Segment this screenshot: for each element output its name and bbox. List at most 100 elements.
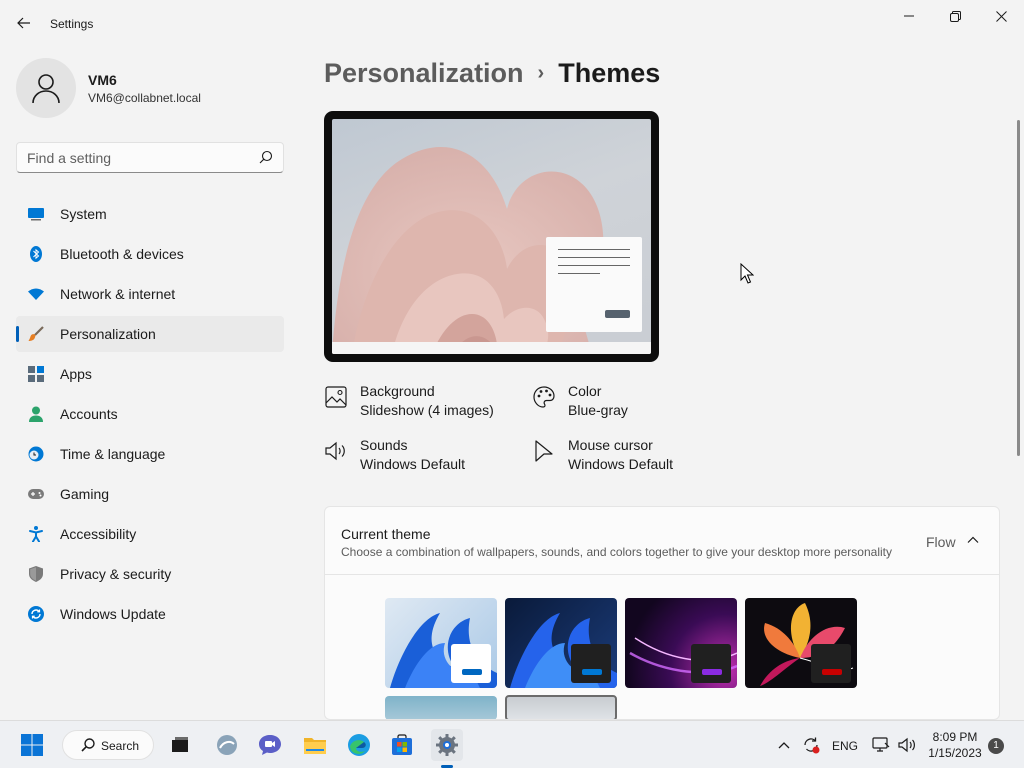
breadcrumb-parent[interactable]: Personalization [324,58,524,88]
start-button[interactable] [16,729,48,761]
sidebar-item-time-language[interactable]: Time & language [16,436,284,472]
sidebar-item-accounts[interactable]: Accounts [16,396,284,432]
avatar[interactable] [16,58,76,118]
background-label: Background [360,383,435,399]
sidebar-item-apps[interactable]: Apps [16,356,284,392]
current-theme-header[interactable]: Current theme Choose a combination of wa… [325,507,999,575]
sidebar-item-label: Accessibility [60,526,137,542]
edge-button[interactable] [343,729,375,761]
sidebar-item-label: Time & language [60,446,166,462]
user-email: VM6@collabnet.local [88,91,201,105]
show-hidden-icons-button[interactable] [770,729,798,761]
sidebar-item-label: Privacy & security [60,566,172,582]
sounds-setting[interactable]: Sounds Windows Default [324,437,514,477]
chat-button[interactable] [254,729,286,761]
file-explorer-button[interactable] [299,729,331,761]
preview-sample-button [605,310,630,318]
clock-date: 1/15/2023 [928,746,982,760]
gamepad-icon [28,486,44,502]
sidebar-item-label: Accounts [60,406,118,422]
sidebar-item-system[interactable]: System [16,196,284,232]
widgets-button[interactable] [211,729,243,761]
color-value: Blue-gray [568,402,628,418]
cursor-icon [535,440,553,462]
theme-preview [324,111,659,362]
theme-tile-window-box [451,644,491,683]
theme-tile-sunrise[interactable] [385,696,497,719]
background-setting[interactable]: Background Slideshow (4 images) [324,383,514,423]
preview-taskbar [332,342,651,354]
windows-logo-icon [21,734,43,756]
edge-browser-icon [348,734,370,756]
chevron-up-icon [778,742,790,749]
theme-tile-accent-bar [822,669,842,675]
taskbar-search[interactable]: Search [62,730,154,760]
theme-tile-window-box [691,644,731,683]
sidebar-item-personalization[interactable]: Personalization [16,316,284,352]
clock-time: 8:09 PM [932,730,978,744]
search-box[interactable] [16,142,284,173]
title-bar: Settings [0,0,1024,48]
mouse-cursor-value: Windows Default [568,456,674,472]
current-theme-subtitle: Choose a combination of wallpapers, soun… [341,545,892,559]
update-icon [28,606,44,622]
theme-tile-windows-dark[interactable] [505,598,617,688]
sidebar-item-label: Windows Update [60,606,166,622]
theme-tile-windows-light[interactable] [385,598,497,688]
gear-icon [436,734,458,756]
mouse-cursor-label: Mouse cursor [568,437,653,453]
settings-taskbar-button[interactable] [431,729,463,761]
sidebar-nav: System Bluetooth & devices Network & int… [16,196,284,636]
close-button[interactable] [978,0,1024,32]
sidebar-item-privacy-security[interactable]: Privacy & security [16,556,284,592]
sidebar-item-accessibility[interactable]: Accessibility [16,516,284,552]
chevron-up-icon[interactable] [967,534,979,546]
volume-tray-button[interactable] [894,729,920,761]
task-view-button[interactable] [164,729,196,761]
store-icon [392,734,412,755]
preview-sample-window [546,237,642,332]
current-theme-card: Current theme Choose a combination of wa… [324,506,1000,720]
sidebar-item-label: Network & internet [60,286,176,302]
sync-alert-icon [804,737,820,754]
mouse-cursor-setting[interactable]: Mouse cursor Windows Default [532,437,692,477]
page-title: Themes [558,58,661,88]
taskbar-search-label: Search [101,739,140,753]
sidebar-item-network[interactable]: Network & internet [16,276,284,312]
theme-tile-glow[interactable] [625,598,737,688]
search-input[interactable] [27,149,247,167]
sidebar-item-label: Bluetooth & devices [60,246,184,262]
color-setting[interactable]: Color Blue-gray [532,383,692,423]
restore-button[interactable] [932,0,978,32]
bluetooth-icon [28,246,44,262]
notification-badge[interactable]: 1 [988,738,1004,754]
speaker-icon [325,441,345,461]
color-label: Color [568,383,602,399]
search-icon[interactable] [259,150,273,164]
chat-icon [259,735,281,755]
network-tray-button[interactable] [868,729,894,761]
store-button[interactable] [386,729,418,761]
theme-tile-flow-selected[interactable] [505,695,617,719]
current-theme-value: Flow [926,534,956,550]
vertical-scrollbar[interactable] [1017,120,1020,456]
sync-status-button[interactable] [798,729,824,761]
sidebar-item-gaming[interactable]: Gaming [16,476,284,512]
wifi-icon [28,286,44,302]
theme-tile-accent-bar [462,669,482,675]
sounds-label: Sounds [360,437,408,453]
clock-globe-icon [28,446,44,462]
clock[interactable]: 8:09 PM 1/15/2023 [922,729,988,761]
folder-icon [304,738,326,754]
sidebar-item-bluetooth[interactable]: Bluetooth & devices [16,236,284,272]
theme-tile-captured-motion[interactable] [745,598,857,688]
sidebar-item-windows-update[interactable]: Windows Update [16,596,284,632]
back-button[interactable] [10,9,38,37]
task-view-icon [172,737,188,752]
user-name: VM6 [88,72,117,88]
system-icon [28,206,44,222]
background-value: Slideshow (4 images) [360,402,494,418]
minimize-icon [904,15,914,17]
language-indicator[interactable]: ENG [832,739,858,753]
minimize-button[interactable] [886,0,932,32]
